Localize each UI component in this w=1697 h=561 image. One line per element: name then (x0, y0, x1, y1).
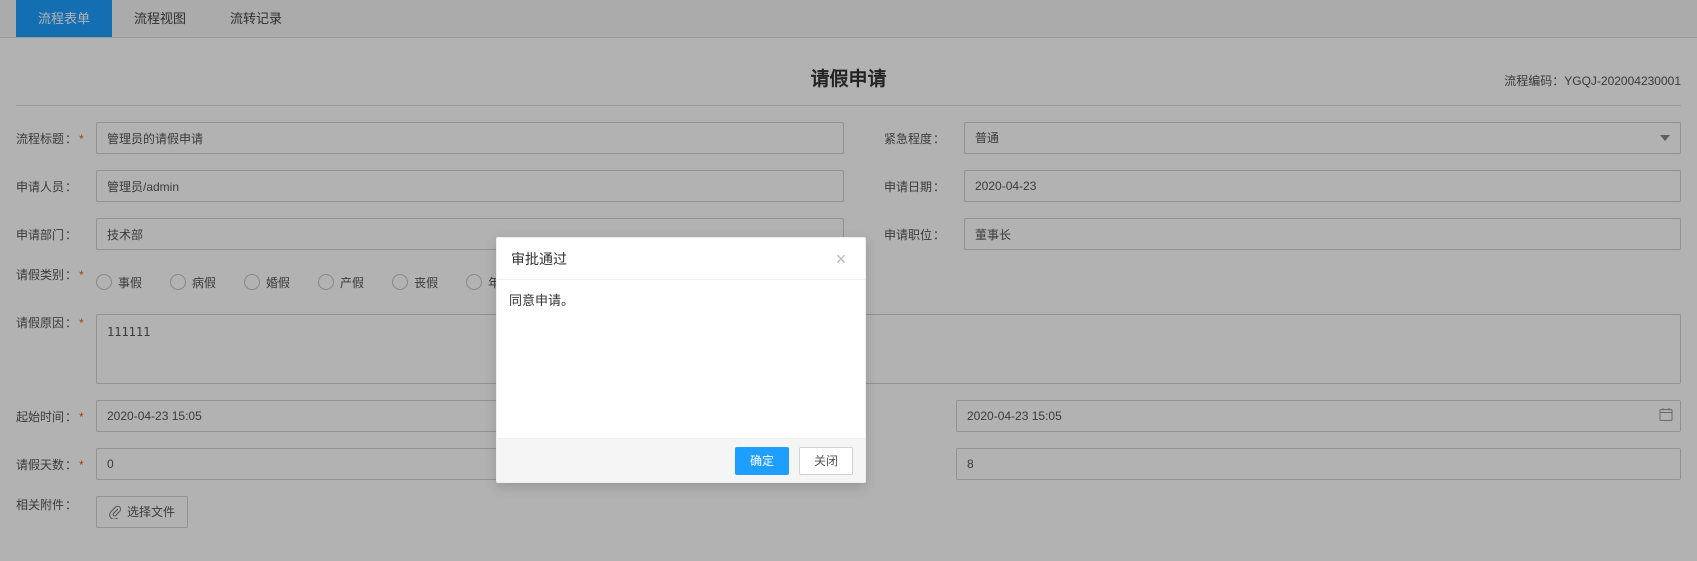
label-dept: 申请部门： (16, 226, 88, 243)
button-choose-file-label: 选择文件 (127, 497, 175, 527)
label-leave-type: 请假类别：* (16, 266, 88, 283)
button-choose-file[interactable]: 选择文件 (96, 496, 188, 528)
tab-history[interactable]: 流转记录 (208, 0, 304, 37)
flow-code: 流程编码：YGQJ-202004230001 (1504, 72, 1681, 89)
paperclip-icon (109, 505, 121, 519)
label-position: 申请职位： (884, 226, 956, 243)
flow-code-value: YGQJ-202004230001 (1564, 74, 1681, 88)
label-days: 请假天数：* (16, 456, 88, 473)
label-flow-title: 流程标题：* (16, 130, 88, 147)
radio-personal[interactable]: 事假 (96, 274, 142, 291)
approval-comment-input[interactable] (509, 290, 853, 428)
radio-sick[interactable]: 病假 (170, 274, 216, 291)
modal-footer: 确定 关闭 (497, 438, 865, 482)
tab-strip: 流程表单 流程视图 流转记录 (0, 0, 1697, 38)
radio-maternity[interactable]: 产假 (318, 274, 364, 291)
radio-marriage[interactable]: 婚假 (244, 274, 290, 291)
label-start-time: 起始时间：* (16, 408, 88, 425)
label-urgency: 紧急程度： (884, 130, 956, 147)
page-header: 请假申请 流程编码：YGQJ-202004230001 (16, 50, 1681, 106)
input-position[interactable] (964, 218, 1681, 250)
confirm-button[interactable]: 确定 (735, 447, 789, 475)
textarea-reason[interactable] (96, 314, 1681, 384)
label-reason: 请假原因：* (16, 314, 88, 331)
select-urgency[interactable]: 普通 (964, 122, 1681, 154)
caret-down-icon (1660, 135, 1670, 141)
input-flow-title[interactable] (96, 122, 844, 154)
label-apply-date: 申请日期： (884, 178, 956, 195)
tab-view[interactable]: 流程视图 (112, 0, 208, 37)
close-icon[interactable]: × (827, 238, 855, 280)
calendar-icon (1659, 408, 1673, 425)
tab-form[interactable]: 流程表单 (16, 0, 112, 37)
input-end-time[interactable] (956, 400, 1681, 432)
approval-modal: 审批通过 × 确定 关闭 (496, 237, 866, 483)
input-days-right[interactable] (956, 448, 1681, 480)
select-urgency-value: 普通 (975, 131, 999, 145)
label-applicant: 申请人员： (16, 178, 88, 195)
close-button[interactable]: 关闭 (799, 447, 853, 475)
modal-title-bar: 审批通过 × (497, 238, 865, 280)
label-attachment: 相关附件： (16, 496, 88, 513)
input-applicant[interactable] (96, 170, 844, 202)
flow-code-label: 流程编码： (1504, 74, 1564, 88)
modal-title: 审批通过 (511, 251, 567, 267)
modal-body (497, 280, 865, 438)
radio-funeral[interactable]: 丧假 (392, 274, 438, 291)
input-apply-date[interactable] (964, 170, 1681, 202)
page-title: 请假申请 (16, 64, 1681, 91)
